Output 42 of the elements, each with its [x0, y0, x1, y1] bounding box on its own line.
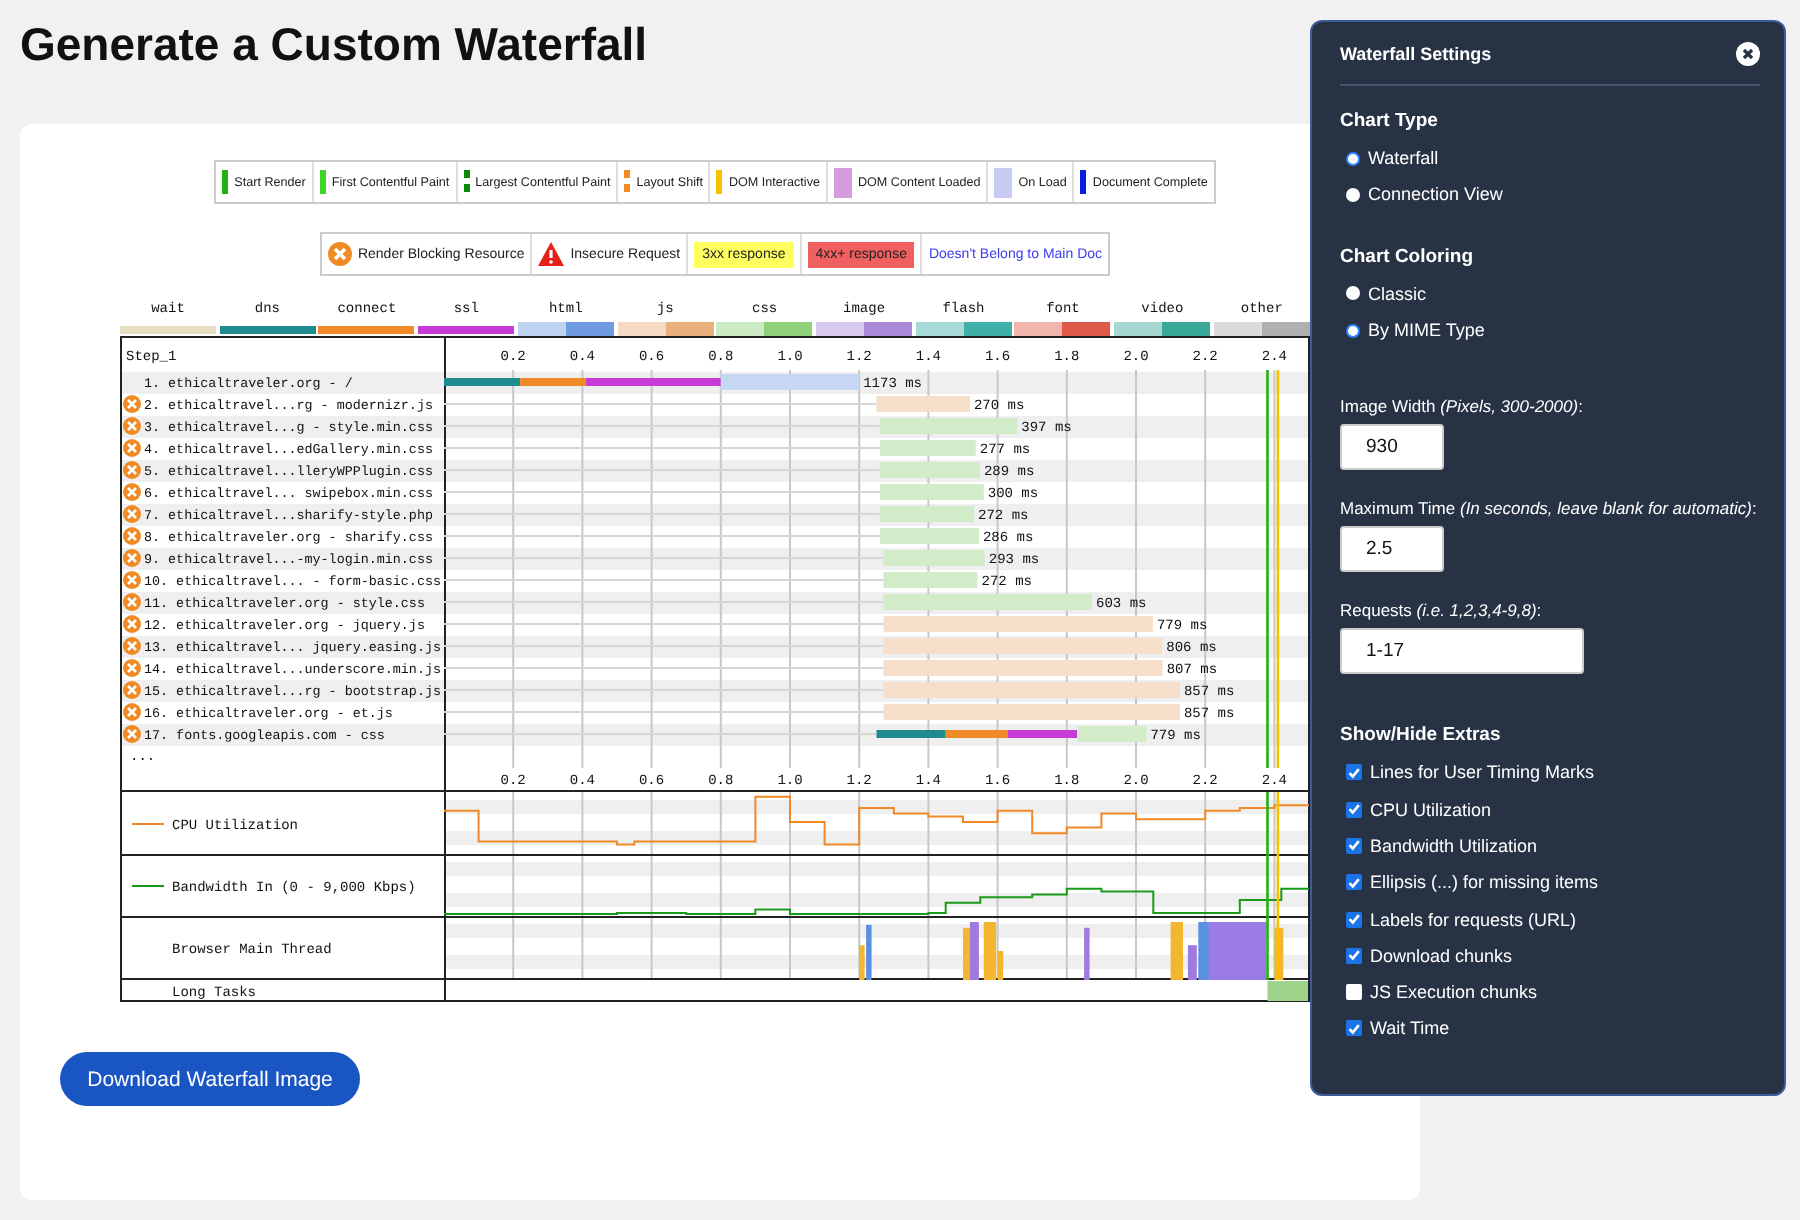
radio-label[interactable]: By MIME Type — [1368, 320, 1485, 341]
checkbox-label[interactable]: CPU Utilization — [1370, 799, 1492, 820]
close-icon[interactable] — [1736, 42, 1760, 66]
field-label: Image Width (Pixels, 300-2000): — [1340, 396, 1585, 417]
checkbox[interactable] — [1346, 801, 1362, 818]
section-heading: Chart Type — [1340, 110, 1440, 132]
input-field[interactable]: 1-17 — [1340, 628, 1584, 675]
checkbox[interactable] — [1346, 764, 1362, 781]
input-field[interactable]: 2.5 — [1340, 526, 1444, 573]
radio-button[interactable] — [1346, 151, 1360, 166]
checkbox[interactable] — [1346, 874, 1362, 891]
checkbox-label[interactable]: Download chunks — [1370, 945, 1513, 966]
radio-label[interactable]: Waterfall — [1368, 148, 1439, 169]
field-label: Requests (i.e. 1,2,3,4-9,8): — [1340, 600, 1544, 621]
checkbox-label[interactable]: Labels for requests (URL) — [1370, 909, 1577, 930]
checkbox[interactable] — [1346, 911, 1362, 928]
checkbox-label[interactable]: Wait Time — [1370, 1018, 1450, 1039]
long-task-bar — [1267, 981, 1308, 1001]
section-heading: Chart Coloring — [1340, 245, 1475, 268]
field-label: Maximum Time (In seconds, leave blank for automatic): — [1340, 498, 1759, 519]
radio-label[interactable]: Connection View — [1368, 184, 1503, 205]
checkbox-label[interactable]: Bandwidth Utilization — [1370, 835, 1538, 856]
graph-legend-line — [131, 823, 165, 825]
radio-button[interactable] — [1346, 187, 1360, 202]
radio-button[interactable] — [1346, 323, 1360, 338]
download-button[interactable]: Download Waterfall Image — [60, 1052, 360, 1106]
checkbox-label[interactable]: Ellipsis (...) for missing items — [1370, 872, 1599, 893]
checkbox-label[interactable]: JS Execution chunks — [1370, 982, 1538, 1003]
checkbox[interactable] — [1346, 1020, 1362, 1037]
graph-legend-line — [131, 885, 165, 887]
blocking-icon — [327, 242, 352, 266]
page-title: Generate a Custom Waterfall — [20, 18, 648, 72]
checkbox[interactable] — [1346, 947, 1362, 964]
radio-label[interactable]: Classic — [1368, 283, 1427, 304]
checkbox[interactable] — [1346, 984, 1362, 1001]
checkbox-label[interactable]: Lines for User Timing Marks — [1370, 762, 1595, 783]
warning-icon — [538, 242, 565, 266]
section-heading: Show/Hide Extras — [1340, 724, 1503, 747]
radio-button[interactable] — [1346, 286, 1360, 301]
panel-title: Waterfall Settings — [1340, 44, 1492, 64]
input-field[interactable]: 930 — [1340, 424, 1444, 471]
checkbox[interactable] — [1346, 837, 1362, 854]
